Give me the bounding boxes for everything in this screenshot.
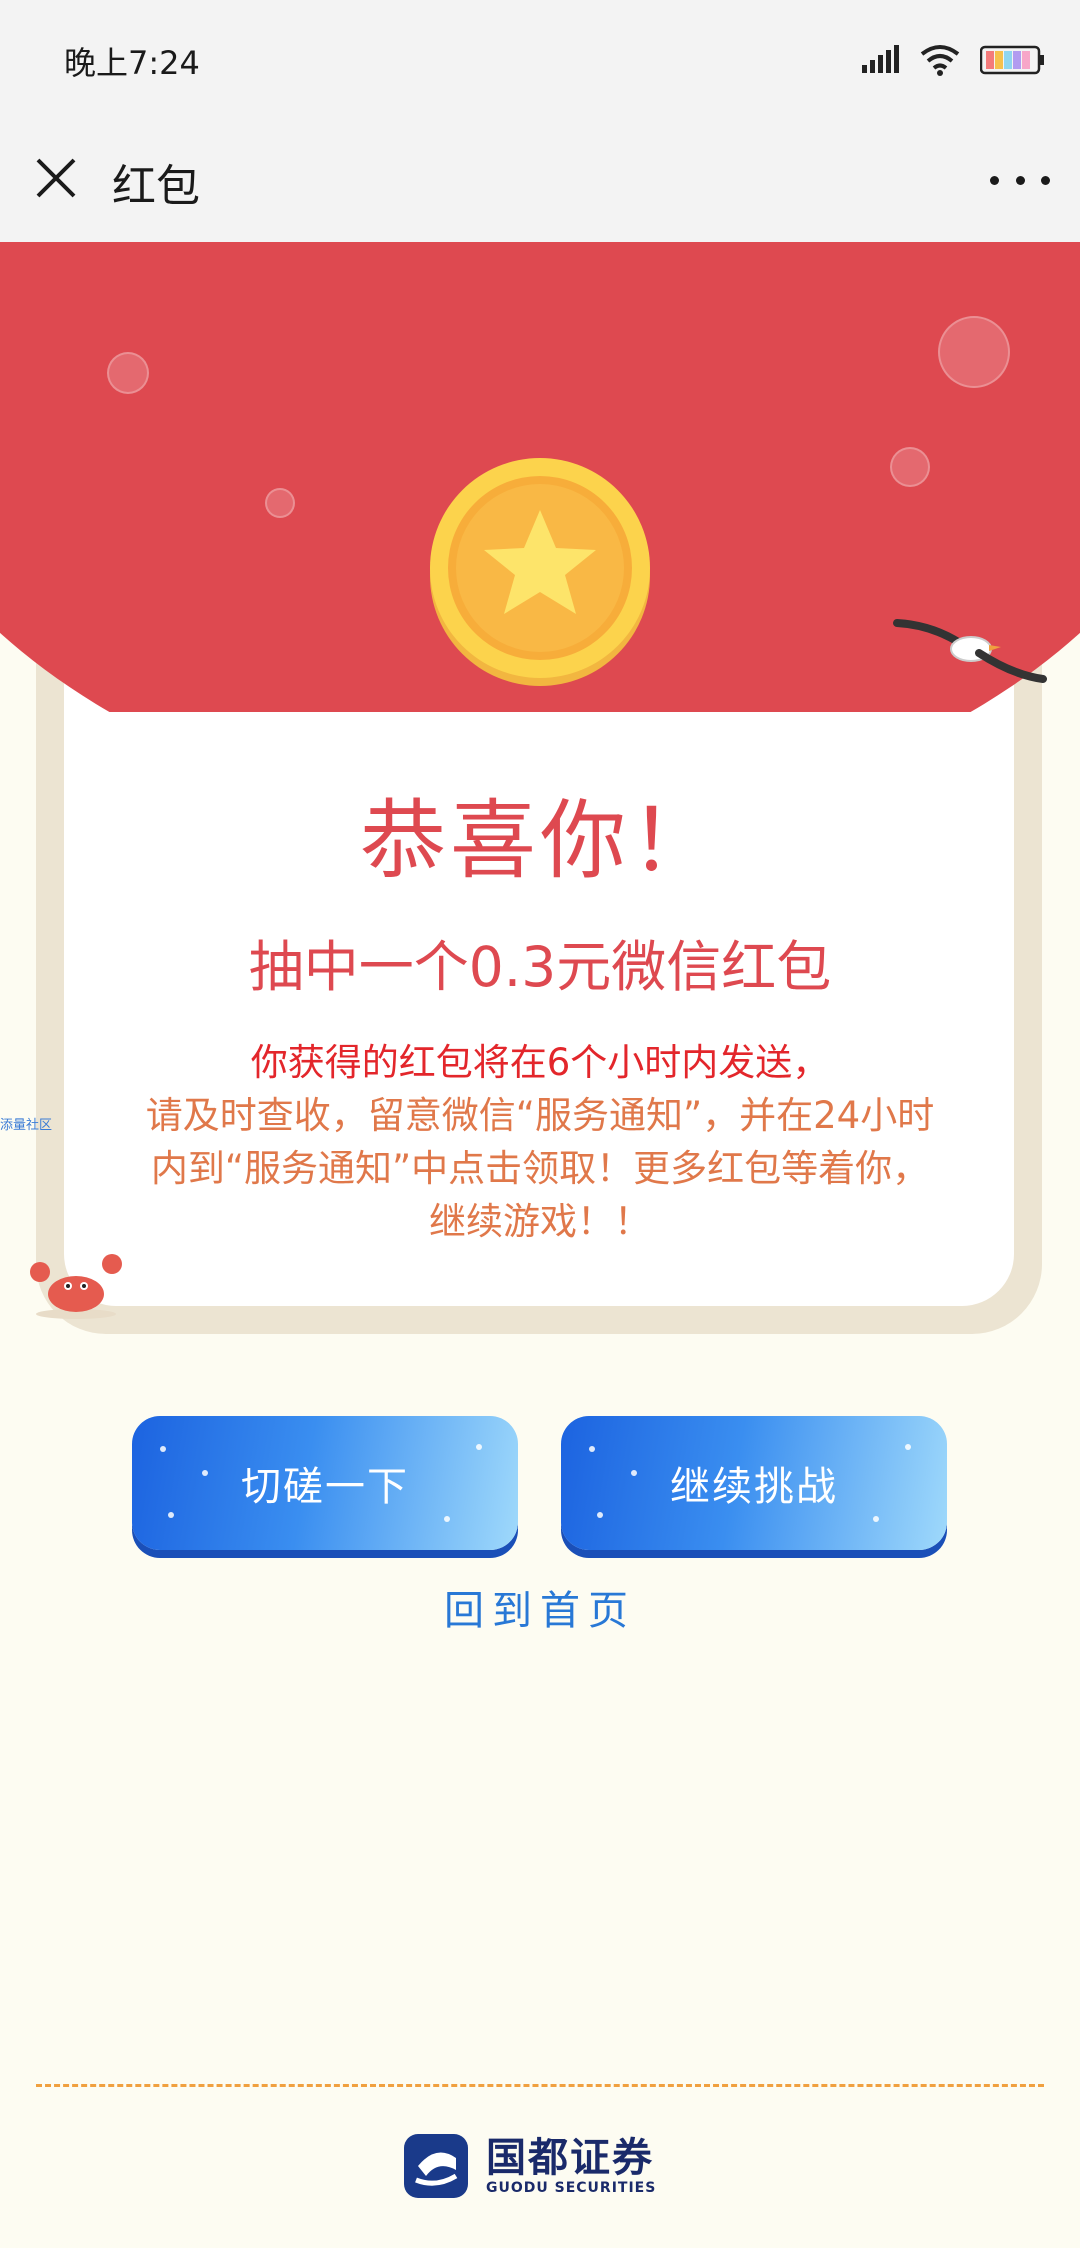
back-home-link[interactable]: 回到首页 <box>0 1578 1080 1636</box>
continue-challenge-label: 继续挑战 <box>670 1464 838 1510</box>
status-time: 晚上7:24 <box>64 44 200 82</box>
notice-line: 继续游戏！！ <box>429 1200 651 1243</box>
prize-text: 抽中一个0.3元微信红包 <box>248 935 832 999</box>
guodu-logo-icon <box>404 2134 468 2198</box>
guodu-securities-logo: 国都证券 GUODU SECURITIES <box>400 2126 690 2206</box>
status-icons <box>860 40 1046 80</box>
nav-bar: 红包 <box>0 120 1080 242</box>
bubble-decoration <box>938 316 1010 388</box>
wifi-icon <box>920 45 960 76</box>
status-bar: 晚上7:24 <box>0 0 1080 120</box>
star-coin-icon <box>430 458 650 686</box>
footer-divider <box>36 2084 1044 2087</box>
bubble-decoration <box>890 447 930 487</box>
continue-challenge-button[interactable]: 继续挑战 <box>561 1416 947 1550</box>
notice-line: 请及时查收，留意微信“服务通知”，并在24小时 <box>145 1094 935 1137</box>
logo-text-en: GUODU SECURITIES <box>486 2180 657 2196</box>
page-title: 红包 <box>112 161 200 212</box>
more-menu-icon[interactable] <box>990 156 1050 204</box>
close-icon[interactable] <box>30 152 82 204</box>
seagull-icon <box>893 619 1047 683</box>
challenge-button-label: 切磋一下 <box>241 1464 409 1510</box>
bubble-decoration <box>107 352 149 394</box>
bubble-decoration <box>265 488 295 518</box>
crab-icon <box>30 1254 122 1319</box>
battery-icon <box>980 45 1044 75</box>
notice-highlight: 你获得的红包将在6个小时内发送， <box>250 1041 830 1084</box>
notice-text: 你获得的红包将在6个小时内发送， 请及时查收，留意微信“服务通知”，并在24小时… <box>100 1036 980 1248</box>
challenge-button[interactable]: 切磋一下 <box>132 1416 518 1550</box>
notice-line: 内到“服务通知”中点击领取！更多红包等着你， <box>150 1147 930 1190</box>
signal-icon <box>862 45 899 73</box>
side-label: 添量社区 <box>0 1118 53 1133</box>
congrats-title: 恭喜你！ <box>360 791 720 891</box>
logo-text-cn: 国都证券 <box>486 2135 654 2181</box>
